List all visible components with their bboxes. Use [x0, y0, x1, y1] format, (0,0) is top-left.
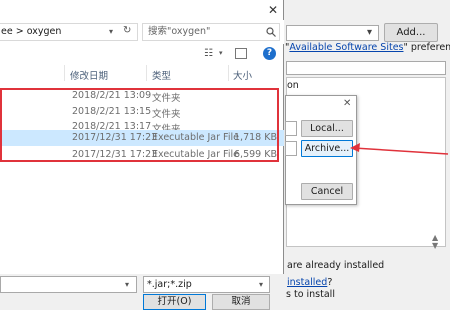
table-name-header: on: [287, 80, 299, 91]
column-separator[interactable]: [64, 65, 65, 81]
annotation-arrow: [350, 143, 449, 155]
open-file-dialog: ✕ ee > oxygen ▾ ↻ 搜索"oxygen" ☷ ▾ ? 修改日期 …: [0, 0, 284, 310]
scroll-arrows-icon[interactable]: ▲ ▼: [432, 234, 438, 250]
close-icon[interactable]: ✕: [343, 98, 351, 109]
location-field[interactable]: [285, 141, 297, 156]
refresh-icon[interactable]: ↻: [123, 25, 131, 36]
chevron-down-icon[interactable]: ▾: [109, 27, 113, 36]
available-software-sites-link[interactable]: Available Software Sites: [289, 42, 403, 53]
chevron-down-icon[interactable]: ▾: [219, 49, 223, 57]
cancel-button[interactable]: Cancel: [301, 183, 353, 200]
available-sites-text: "Available Software Sites" preferences.: [285, 42, 450, 53]
arrow-line: [353, 147, 449, 155]
already-installed-link[interactable]: installed: [287, 277, 327, 288]
column-size[interactable]: 大小: [233, 68, 252, 82]
column-date[interactable]: 修改日期: [70, 68, 108, 82]
installed-line: installed?: [287, 277, 333, 288]
file-type-select[interactable]: *.jar;*.zip: [143, 276, 270, 293]
install-hint: s to install: [286, 289, 335, 300]
chevron-down-icon[interactable]: ▾: [259, 280, 263, 289]
hide-installed-label[interactable]: are already installed: [287, 260, 384, 271]
search-icon[interactable]: [266, 27, 276, 37]
name-field[interactable]: [285, 121, 297, 136]
view-options-icon[interactable]: ☷: [204, 48, 213, 59]
column-separator[interactable]: [228, 65, 229, 81]
help-icon[interactable]: ?: [263, 47, 276, 60]
open-button[interactable]: 打开(O): [143, 294, 206, 310]
annotation-highlight-box: [0, 88, 279, 162]
filename-input[interactable]: [0, 276, 137, 293]
address-bar[interactable]: ee > oxygen: [0, 23, 138, 41]
preview-pane-icon[interactable]: [235, 48, 247, 59]
local-button[interactable]: Local...: [301, 120, 353, 137]
search-input[interactable]: 搜索"oxygen": [142, 23, 280, 41]
add-button[interactable]: Add...: [384, 23, 438, 42]
work-with-combo[interactable]: [286, 25, 379, 41]
chevron-down-icon[interactable]: ▾: [125, 280, 129, 289]
filter-input[interactable]: [286, 61, 446, 75]
close-icon[interactable]: ✕: [268, 3, 278, 17]
arrow-head: [350, 143, 360, 152]
column-type[interactable]: 类型: [152, 68, 171, 82]
file-list-header: 修改日期 类型 大小: [0, 63, 284, 83]
cancel-button[interactable]: 取消: [212, 294, 270, 310]
chevron-down-icon[interactable]: ▾: [367, 27, 372, 38]
column-separator[interactable]: [146, 65, 147, 81]
